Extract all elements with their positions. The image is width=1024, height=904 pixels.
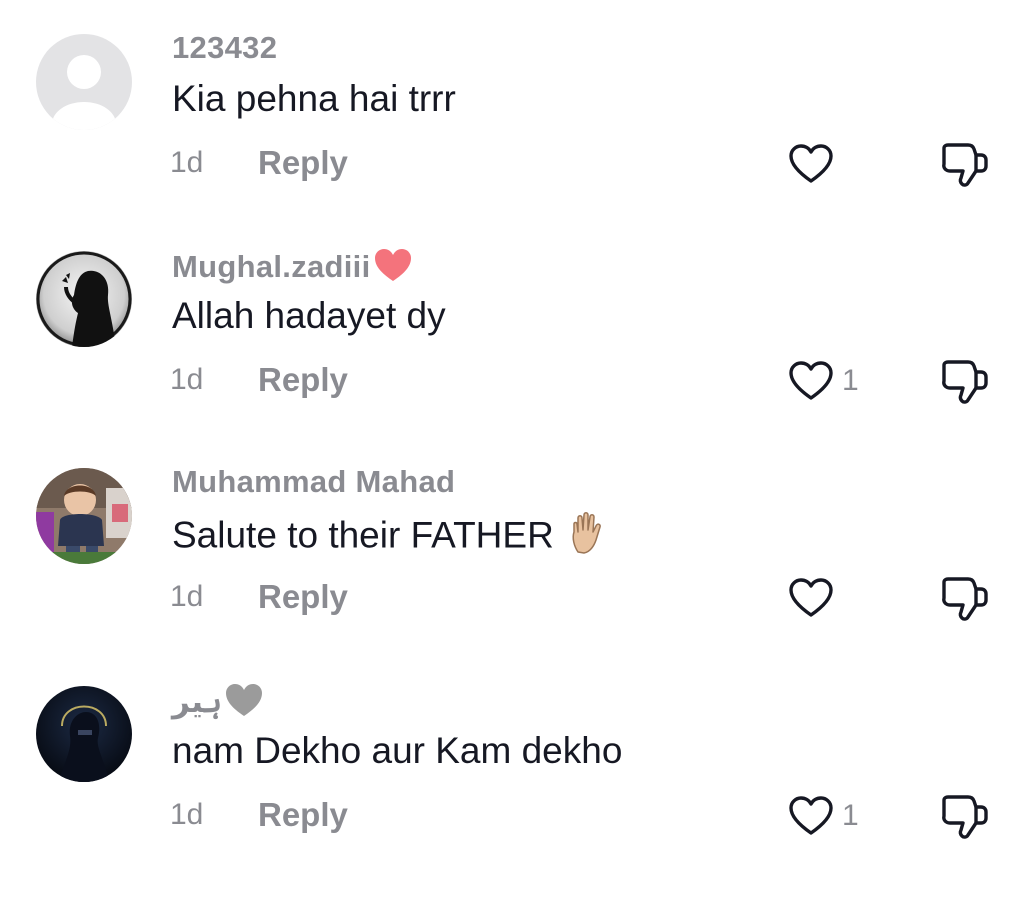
avatar[interactable] <box>36 468 132 564</box>
comment-time: 1d <box>170 363 204 396</box>
dislike-button[interactable] <box>938 140 990 190</box>
grey-heart-icon <box>224 682 264 726</box>
thumbs-down-icon <box>942 360 988 404</box>
dislike-button[interactable] <box>938 574 990 624</box>
like-button[interactable]: 1 <box>788 792 859 840</box>
comment-text: nam Dekho aur Kam dekho <box>172 730 623 771</box>
like-count: 1 <box>842 364 859 397</box>
baby-photo-avatar-icon <box>36 468 132 564</box>
silhouette-avatar-icon <box>36 251 132 347</box>
comment-text-content: Salute to their FATHER <box>172 514 554 556</box>
thumbs-down-icon <box>942 143 988 187</box>
comment-username[interactable]: 123432 <box>172 30 277 66</box>
username-text[interactable]: 123432 <box>172 30 277 65</box>
reply-button[interactable]: Reply <box>258 578 348 616</box>
like-button[interactable]: 1 <box>788 357 859 405</box>
username-text[interactable]: Muhammad Mahad <box>172 464 455 499</box>
comment-username[interactable]: Mughal.zadiii <box>172 247 413 291</box>
raised-hand-icon <box>568 512 608 563</box>
username-text[interactable]: ہیر <box>172 684 222 719</box>
heart-outline-icon <box>789 361 833 400</box>
dislike-button[interactable] <box>938 792 990 842</box>
heart-outline-icon <box>789 144 833 183</box>
reply-button[interactable]: Reply <box>258 796 348 834</box>
comment-item: Mughal.zadiii Allah hadayet dy 1d Reply … <box>0 249 1024 469</box>
heart-outline-icon <box>789 796 833 835</box>
comment-username[interactable]: Muhammad Mahad <box>172 464 455 500</box>
comment-text: Kia pehna hai trrr <box>172 78 456 119</box>
avatar[interactable] <box>36 686 132 782</box>
reply-button[interactable]: Reply <box>258 144 348 182</box>
like-count: 1 <box>842 799 859 832</box>
comment-item: ہیر nam Dekho aur Kam dekho 1d Reply 1 <box>0 684 1024 904</box>
avatar[interactable] <box>36 251 132 347</box>
thumbs-down-icon <box>942 577 988 621</box>
comment-text: Allah hadayet dy <box>172 295 446 336</box>
thumbs-down-icon <box>942 795 988 839</box>
avatar[interactable] <box>36 34 132 130</box>
dark-portrait-avatar-icon <box>36 686 132 782</box>
like-button[interactable] <box>788 140 842 188</box>
username-text[interactable]: Mughal.zadiii <box>172 249 371 284</box>
comment-item: Muhammad Mahad Salute to their FATHER 1d… <box>0 464 1024 686</box>
reply-button[interactable]: Reply <box>258 361 348 399</box>
default-avatar-icon <box>36 34 132 130</box>
comment-item: 123432 Kia pehna hai trrr 1d Reply <box>0 30 1024 252</box>
comment-time: 1d <box>170 580 204 613</box>
pink-heart-icon <box>373 247 413 291</box>
dislike-button[interactable] <box>938 357 990 407</box>
heart-outline-icon <box>789 578 833 617</box>
comment-username[interactable]: ہیر <box>172 682 264 726</box>
comment-time: 1d <box>170 146 204 179</box>
like-button[interactable] <box>788 574 842 622</box>
comment-text: Salute to their FATHER <box>172 512 608 563</box>
comment-time: 1d <box>170 798 204 831</box>
